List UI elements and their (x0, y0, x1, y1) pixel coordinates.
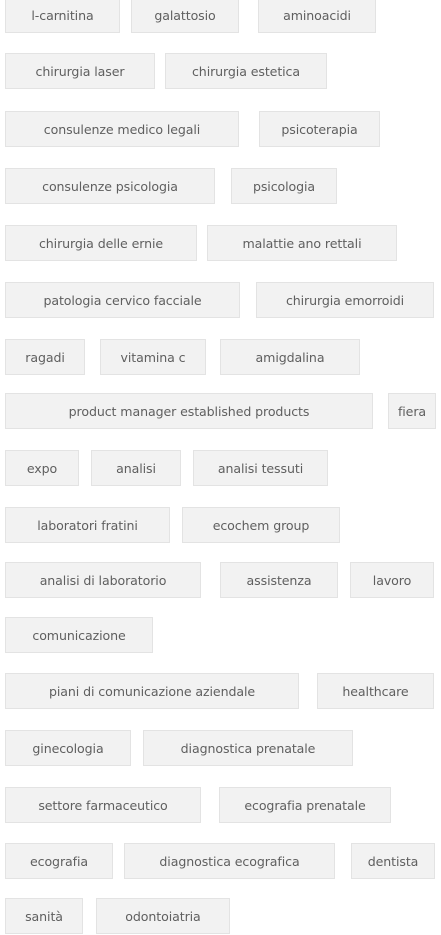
tag-link[interactable]: l-carnitina (5, 0, 120, 33)
tag-link[interactable]: psicologia (231, 168, 337, 204)
tag-link[interactable]: dentista (351, 843, 435, 879)
tag-link[interactable]: assistenza (220, 562, 338, 598)
tag-link[interactable]: piani di comunicazione aziendale (5, 673, 299, 709)
tag-link[interactable]: diagnostica prenatale (143, 730, 353, 766)
tag-link[interactable]: comunicazione (5, 617, 153, 653)
tag-link[interactable]: analisi tessuti (193, 450, 328, 486)
tag-link[interactable]: consulenze psicologia (5, 168, 215, 204)
tag-link[interactable]: chirurgia delle ernie (5, 225, 197, 261)
tag-link[interactable]: ecografia prenatale (219, 787, 391, 823)
tag-link[interactable]: healthcare (317, 673, 434, 709)
tag-link[interactable]: settore farmaceutico (5, 787, 201, 823)
tag-link[interactable]: consulenze medico legali (5, 111, 239, 147)
tag-link[interactable]: ecografia (5, 843, 113, 879)
tag-link[interactable]: vitamina c (100, 339, 206, 375)
tag-link[interactable]: odontoiatria (96, 898, 230, 934)
tag-link[interactable]: analisi (91, 450, 181, 486)
tag-link[interactable]: patologia cervico facciale (5, 282, 240, 318)
tag-link[interactable]: analisi di laboratorio (5, 562, 201, 598)
tag-link[interactable]: fiera (388, 393, 436, 429)
tag-cloud: l-carnitina galattosio aminoacidi chirur… (0, 0, 441, 934)
tag-link[interactable]: chirurgia emorroidi (256, 282, 434, 318)
tag-link[interactable]: malattie ano rettali (207, 225, 397, 261)
tag-link[interactable]: sanità (5, 898, 83, 934)
tag-link[interactable]: amigdalina (220, 339, 360, 375)
tag-link[interactable]: ecochem group (182, 507, 340, 543)
tag-link[interactable]: laboratori fratini (5, 507, 170, 543)
tag-link[interactable]: chirurgia estetica (165, 53, 327, 89)
tag-link[interactable]: expo (5, 450, 79, 486)
tag-link[interactable]: ginecologia (5, 730, 131, 766)
tag-link[interactable]: diagnostica ecografica (124, 843, 335, 879)
tag-link[interactable]: chirurgia laser (5, 53, 155, 89)
tag-link[interactable]: aminoacidi (258, 0, 376, 33)
tag-link[interactable]: psicoterapia (259, 111, 380, 147)
tag-link[interactable]: lavoro (350, 562, 434, 598)
tag-link[interactable]: product manager established products (5, 393, 373, 429)
tag-link[interactable]: galattosio (131, 0, 239, 33)
tag-link[interactable]: ragadi (5, 339, 85, 375)
